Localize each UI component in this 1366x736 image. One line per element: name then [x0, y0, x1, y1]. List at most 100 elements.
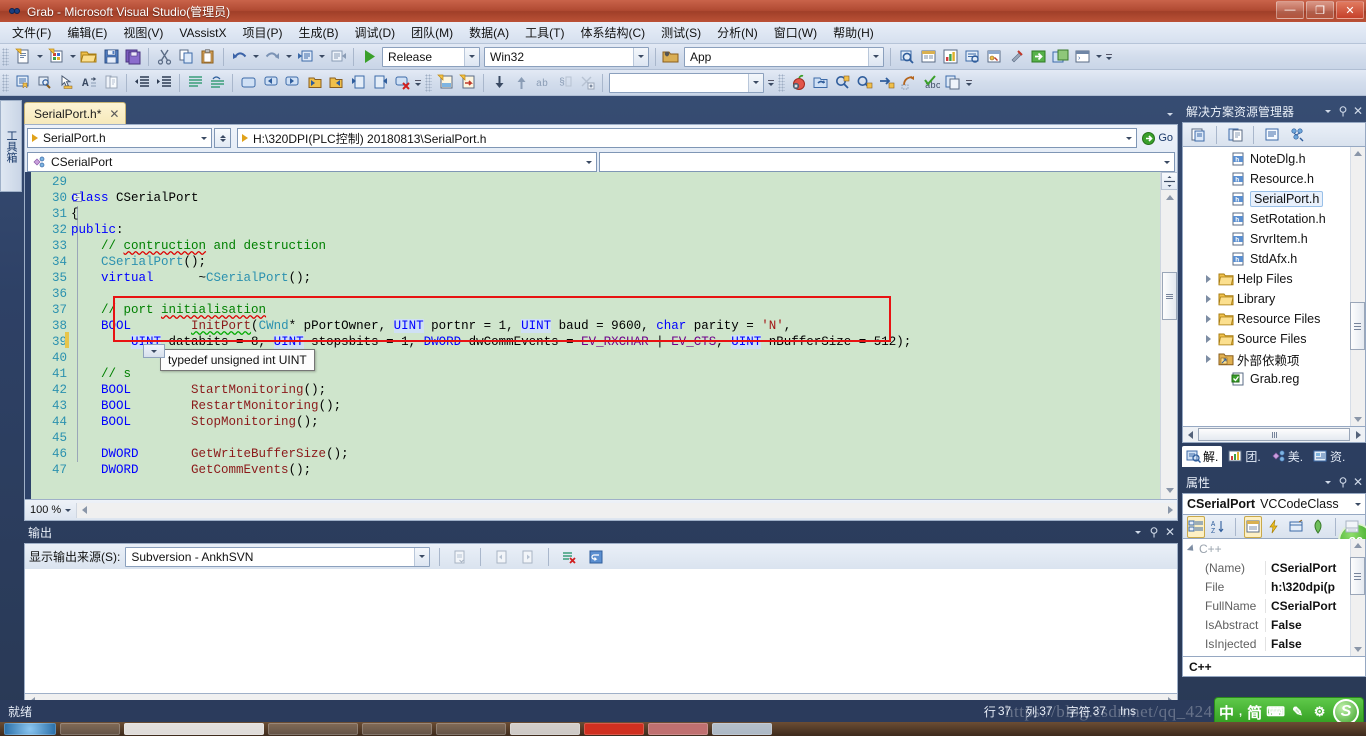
undo-dropdown[interactable] — [250, 46, 261, 68]
split-view-button[interactable] — [1161, 172, 1177, 190]
find-symbol-icon[interactable] — [34, 72, 56, 94]
expand-arrow-icon[interactable] — [1202, 295, 1214, 303]
code-line[interactable] — [71, 286, 911, 302]
menu-view[interactable]: 视图(V) — [115, 21, 171, 44]
next-bookmark-folder-icon[interactable] — [325, 72, 347, 94]
properties-page-icon[interactable] — [1187, 124, 1209, 146]
regex-icon[interactable] — [576, 72, 598, 94]
taskbar-item[interactable] — [60, 723, 120, 735]
find-combo[interactable] — [609, 72, 764, 93]
document-tab-serialport-h[interactable]: SerialPort.h* ✕ — [24, 102, 127, 124]
alphabetical-sort-icon[interactable]: AZ — [1209, 516, 1227, 538]
ime-toolbox-icon[interactable]: ✎ — [1289, 704, 1306, 721]
scroll-down-arrow-icon[interactable] — [1163, 484, 1176, 497]
toolbar-overflow-button[interactable] — [1104, 46, 1114, 68]
taskbar-item[interactable] — [584, 723, 644, 735]
editor-horizontal-scrollbar[interactable] — [76, 502, 1177, 518]
toolbar-grip-icon[interactable] — [778, 73, 785, 92]
categorized-sort-icon[interactable] — [1187, 515, 1206, 538]
menu-file[interactable]: 文件(F) — [4, 21, 59, 44]
scroll-thumb[interactable] — [1350, 302, 1365, 350]
code-line[interactable]: BOOL RestartMonitoring(); — [71, 398, 911, 414]
solution-explorer-tree[interactable]: h NoteDlg.h h Resource.h h SerialPort.h h SetRo… — [1182, 147, 1366, 427]
expand-arrow-icon[interactable] — [1202, 275, 1214, 283]
complete-word-icon[interactable]: A — [78, 72, 100, 94]
taskbar-item[interactable] — [648, 723, 708, 735]
code-line[interactable]: virtual ~CSerialPort(); — [71, 270, 911, 286]
maximize-button[interactable]: ❐ — [1306, 1, 1334, 19]
solution-tree-item[interactable]: h Resource.h — [1183, 169, 1365, 189]
find-message-icon[interactable] — [449, 546, 471, 568]
menu-team[interactable]: 团队(M) — [403, 21, 461, 44]
properties-vertical-scrollbar[interactable] — [1350, 539, 1365, 656]
solution-explorer-vertical-scrollbar[interactable] — [1350, 147, 1365, 426]
chevron-down-icon[interactable] — [414, 547, 430, 566]
code-line[interactable]: BOOL StartMonitoring(); — [71, 382, 911, 398]
chevron-down-icon[interactable] — [1130, 524, 1146, 540]
properties-row[interactable]: FullName CSerialPort — [1183, 596, 1365, 615]
scroll-left-arrow-icon[interactable] — [77, 504, 91, 517]
solution-explorer-toolbar-icon[interactable] — [961, 46, 983, 68]
chevron-down-icon[interactable] — [582, 160, 596, 164]
redo-dropdown[interactable] — [283, 46, 294, 68]
go-to-icon[interactable] — [1027, 46, 1049, 68]
show-all-files-icon[interactable] — [1224, 124, 1246, 146]
code-line[interactable]: { — [71, 206, 911, 222]
menu-vassistx[interactable]: VAssistX — [171, 23, 234, 43]
toolbar-grip-icon[interactable] — [2, 73, 9, 92]
chevron-down-icon[interactable] — [633, 47, 648, 66]
expand-arrow-icon[interactable] — [1202, 335, 1214, 343]
toggle-word-wrap-icon[interactable] — [585, 546, 607, 568]
taskbar-item[interactable] — [362, 723, 432, 735]
clear-bookmarks-icon[interactable] — [391, 72, 413, 94]
code-line[interactable] — [71, 174, 911, 190]
menu-data[interactable]: 数据(A) — [461, 21, 517, 44]
pin-icon[interactable]: ⚲ — [1146, 524, 1162, 540]
navigate-forward-icon[interactable] — [327, 46, 349, 68]
move-up-icon[interactable] — [510, 72, 532, 94]
taskbar-start-button[interactable] — [4, 723, 56, 735]
scroll-up-arrow-icon[interactable] — [1163, 191, 1176, 204]
previous-bookmark-doc-icon[interactable] — [347, 72, 369, 94]
menu-edit[interactable]: 编辑(E) — [59, 21, 115, 44]
scroll-thumb[interactable] — [1198, 428, 1350, 441]
move-down-icon[interactable] — [488, 72, 510, 94]
file-selector-combo[interactable]: SerialPort.h — [27, 128, 212, 148]
chevron-down-icon[interactable] — [1160, 160, 1174, 164]
solution-tree-item[interactable]: h SrvrItem.h — [1183, 229, 1365, 249]
taskbar-item[interactable] — [436, 723, 506, 735]
window-layout-icon[interactable] — [1049, 46, 1071, 68]
close-icon[interactable]: ✕ — [109, 107, 119, 121]
vassist-spellcheck-icon[interactable]: abc — [920, 72, 942, 94]
expand-arrow-icon[interactable] — [1202, 315, 1214, 323]
output-source-combo[interactable]: Subversion - AnkhSVN — [125, 546, 431, 567]
solution-tree-item[interactable]: h SetRotation.h — [1183, 209, 1365, 229]
ime-shape-label[interactable]: 简 — [1247, 702, 1262, 723]
menu-project[interactable]: 项目(P) — [234, 21, 290, 44]
scroll-thumb[interactable] — [1350, 557, 1365, 595]
ime-mode-label[interactable]: 中 — [1219, 702, 1234, 723]
description-pane-icon[interactable] — [1343, 516, 1361, 538]
code-line[interactable]: // port initialisation — [71, 302, 911, 318]
member-selector-combo[interactable] — [599, 152, 1175, 172]
editor-vertical-scrollbar[interactable] — [1160, 172, 1177, 499]
scroll-up-arrow-icon[interactable] — [1350, 147, 1365, 160]
toolbar-grip-icon[interactable] — [425, 73, 432, 92]
ime-comma-icon[interactable]: , — [1239, 706, 1242, 718]
increase-indent-icon[interactable] — [153, 72, 175, 94]
toolbar-overflow-button[interactable] — [964, 72, 974, 94]
output-text-body[interactable] — [24, 569, 1178, 693]
solution-tree-item[interactable]: h NoteDlg.h — [1183, 149, 1365, 169]
vassist-find-reference-icon[interactable] — [854, 72, 876, 94]
events-view-icon[interactable] — [1266, 516, 1284, 538]
decrease-indent-icon[interactable] — [131, 72, 153, 94]
scroll-right-arrow-icon[interactable] — [1163, 504, 1177, 517]
menu-analyze[interactable]: 分析(N) — [709, 21, 766, 44]
properties-grid[interactable]: C++ (Name) CSerialPort File h:\320dpi(p FullN… — [1182, 539, 1366, 657]
chevron-down-icon[interactable] — [868, 47, 883, 66]
next-bookmark-icon[interactable] — [281, 72, 303, 94]
taskbar-item[interactable] — [124, 723, 264, 735]
code-line[interactable]: public: — [71, 222, 911, 238]
close-icon[interactable]: ✕ — [1350, 104, 1366, 118]
settings-icon[interactable] — [1005, 46, 1027, 68]
